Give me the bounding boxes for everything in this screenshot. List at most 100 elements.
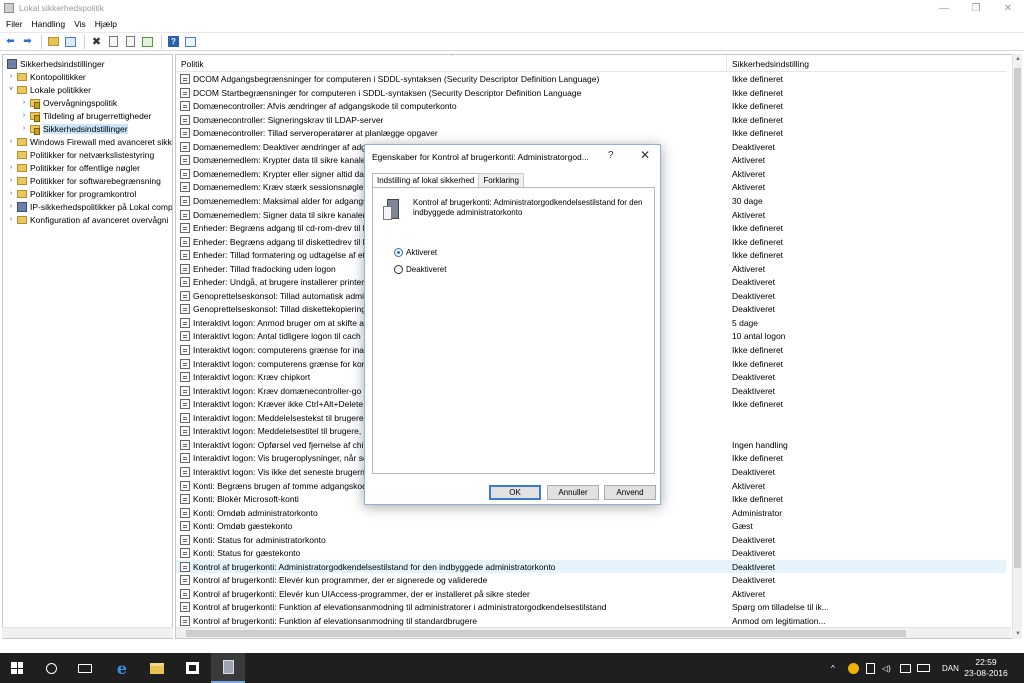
column-header-policy[interactable]: Politik	[181, 59, 204, 69]
collapsed-chevron-icon[interactable]: ›	[20, 112, 28, 119]
clock[interactable]: 22:59 23-08-2016	[960, 657, 1012, 679]
tree-item[interactable]: › Overvågningspolitik	[20, 96, 117, 109]
tree-item[interactable]: › IP-sikkerhedspolitikker på Lokal comp	[7, 200, 172, 213]
policy-row[interactable]: Kontrol af brugerkonti: Elevér kun progr…	[176, 573, 1006, 587]
policy-item-icon	[180, 521, 190, 532]
delete-icon[interactable]: ✖	[89, 34, 104, 49]
policy-row[interactable]: Domænecontroller: Tillad serveroperatøre…	[176, 126, 1006, 140]
policy-row[interactable]: Kontrol af brugerkonti: Funktion af elev…	[176, 600, 1006, 614]
collapsed-chevron-icon[interactable]: ›	[20, 99, 28, 106]
dialog-help-button[interactable]: ?	[608, 150, 614, 161]
policy-row[interactable]: Konti: Omdøb administratorkonto Administr…	[176, 506, 1006, 520]
explorer-taskbar-button[interactable]	[140, 653, 174, 683]
collapsed-chevron-icon[interactable]: ›	[7, 203, 15, 210]
minimize-button[interactable]: —	[928, 0, 960, 16]
properties-button[interactable]	[106, 34, 121, 49]
store-taskbar-button[interactable]	[175, 653, 209, 683]
search-button[interactable]	[34, 653, 68, 683]
radio-enabled[interactable]: Aktiveret	[394, 248, 437, 257]
tree-item[interactable]: Politikker for netværkslistestyring	[7, 148, 154, 161]
tray-app-icon[interactable]	[848, 653, 859, 683]
list-vertical-scrollbar[interactable]: ▲ ▼	[1012, 54, 1022, 639]
collapsed-chevron-icon[interactable]: ›	[7, 138, 15, 145]
forward-arrow-icon[interactable]: ➡	[20, 34, 35, 49]
message-icon	[900, 663, 911, 673]
show-hide-tree-button[interactable]	[63, 34, 78, 49]
policy-row[interactable]: Konti: Status for gæstekonto Deaktiveret	[176, 546, 1006, 560]
radio-disabled[interactable]: Deaktiveret	[394, 265, 446, 274]
policy-item-icon	[180, 588, 190, 599]
keyboard-tray-button[interactable]	[917, 653, 930, 683]
menu-action[interactable]: Handling	[32, 19, 66, 29]
tree-root[interactable]: Sikkerhedsindstillinger	[7, 57, 105, 70]
scroll-up-icon[interactable]: ▲	[1013, 56, 1023, 62]
tab-explanation[interactable]: Forklaring	[478, 173, 524, 187]
policy-item-icon	[180, 494, 190, 505]
view-button[interactable]	[183, 34, 198, 49]
column-divider[interactable]	[726, 55, 727, 72]
radio-selected-icon	[394, 248, 403, 257]
start-button[interactable]	[0, 653, 34, 683]
tree-item[interactable]: › Windows Firewall med avanceret sikk	[7, 135, 172, 148]
task-view-icon	[78, 663, 92, 673]
window-controls: — ❐ ✕	[928, 0, 1024, 16]
policy-row[interactable]: Kontrol af brugerkonti: Administratorgod…	[176, 559, 1006, 574]
collapsed-chevron-icon[interactable]: ›	[20, 125, 28, 132]
tab-local-security-setting[interactable]: Indstilling af lokal sikkerhed	[372, 173, 480, 188]
tree-item[interactable]: › Kontopolitikker	[7, 70, 86, 83]
policy-row[interactable]: Domænecontroller: Signeringskrav til LDA…	[176, 113, 1006, 127]
policy-row[interactable]: Konti: Omdøb gæstekonto Gæst	[176, 519, 1006, 533]
scrollbar-thumb[interactable]	[1014, 68, 1021, 568]
collapsed-chevron-icon[interactable]: ›	[7, 190, 15, 197]
edge-taskbar-button[interactable]: e	[105, 653, 139, 683]
policy-setting-cell: 10 antal logon	[732, 331, 786, 342]
volume-button[interactable]: ◁)	[882, 653, 891, 683]
secpol-taskbar-button[interactable]	[211, 653, 245, 683]
up-folder-button[interactable]	[46, 34, 61, 49]
collapsed-chevron-icon[interactable]: ›	[7, 177, 15, 184]
ok-button[interactable]: OK	[489, 485, 541, 500]
task-view-button[interactable]	[68, 653, 102, 683]
action-center-tray-button[interactable]	[900, 653, 911, 683]
policy-row[interactable]: Kontrol af brugerkonti: Funktion af elev…	[176, 614, 1006, 628]
back-arrow-icon[interactable]: ⬅	[3, 34, 18, 49]
tree-item[interactable]: › Tildeling af brugerrettigheder	[20, 109, 151, 122]
collapsed-chevron-icon[interactable]: ›	[7, 164, 15, 171]
tree-item[interactable]: › Politikker for programkontrol	[7, 187, 136, 200]
policy-row[interactable]: Konti: Status for administratorkonto Deak…	[176, 533, 1006, 547]
tree-item[interactable]: ˅ Lokale politikker	[7, 83, 91, 96]
help-button[interactable]: ?	[166, 34, 181, 49]
menu-help[interactable]: Hjælp	[95, 19, 117, 29]
refresh-button[interactable]	[123, 34, 138, 49]
policy-item-icon	[180, 385, 190, 396]
apply-button[interactable]: Anvend	[604, 485, 656, 500]
language-indicator[interactable]: DAN	[942, 653, 959, 683]
expanded-chevron-icon[interactable]: ˅	[7, 86, 15, 93]
policy-row[interactable]: Kontrol af brugerkonti: Elevér kun UIAcc…	[176, 587, 1006, 601]
scrollbar-thumb[interactable]	[186, 630, 906, 637]
collapsed-chevron-icon[interactable]: ›	[7, 73, 15, 80]
tray-expand-button[interactable]: ^	[831, 653, 835, 683]
tree-horizontal-scrollbar[interactable]	[2, 627, 173, 638]
properties-dialog: Egenskaber for Kontrol af brugerkonti: A…	[364, 144, 661, 505]
scroll-down-icon[interactable]: ▼	[1013, 631, 1023, 637]
security-tray-button[interactable]	[866, 653, 875, 683]
policy-row[interactable]: DCOM Adgangsbegrænsninger for computeren…	[176, 72, 1006, 86]
cancel-button[interactable]: Annuller	[547, 485, 599, 500]
tree-item[interactable]: › Politikker for softwarebegrænsning	[7, 174, 161, 187]
collapsed-chevron-icon[interactable]: ›	[7, 216, 15, 223]
export-list-button[interactable]	[140, 34, 155, 49]
column-header-setting[interactable]: Sikkerhedsindstilling	[732, 59, 809, 69]
policy-setting-cell: Ikke defineret	[732, 101, 784, 112]
menu-view[interactable]: Vis	[74, 19, 86, 29]
tree-item[interactable]: › Konfiguration af avanceret overvågni	[7, 213, 169, 226]
list-horizontal-scrollbar[interactable]	[176, 627, 1011, 638]
tree-item[interactable]: › Politikker for offentlige nøgler	[7, 161, 140, 174]
policy-row[interactable]: DCOM Startbegrænsninger for computeren i…	[176, 86, 1006, 100]
policy-row[interactable]: Domænecontroller: Afvis ændringer af adg…	[176, 99, 1006, 113]
menu-file[interactable]: Filer	[6, 19, 23, 29]
close-button[interactable]: ✕	[992, 0, 1024, 16]
dialog-close-button[interactable]: ✕	[640, 148, 650, 162]
tree-item[interactable]: › Sikkerhedsindstillinger	[20, 122, 128, 135]
restore-button[interactable]: ❐	[960, 0, 992, 16]
